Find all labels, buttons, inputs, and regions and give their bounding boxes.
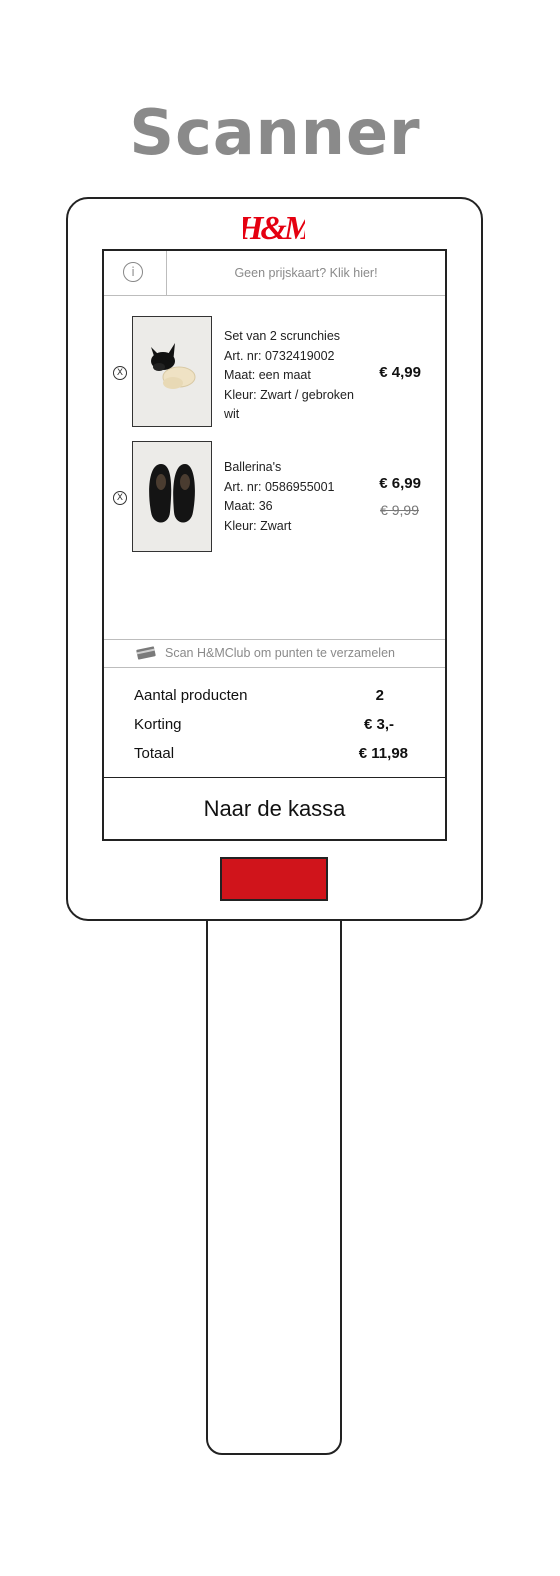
count-value: 2 [375,687,384,704]
original-price: € 9,99 [380,502,419,518]
product-details: Ballerina's Art. nr: 0586955001 Maat: 36… [224,458,335,536]
total-value: € 11,98 [358,745,408,762]
discount-label: Korting [134,716,182,733]
total-label: Totaal [134,745,175,762]
product-size: Maat: 36 [224,499,273,513]
checkout-button[interactable]: Naar de kassa [104,777,445,840]
article-number: Art. nr: 0586955001 [224,479,335,494]
discount-value: € 3,- [363,716,394,733]
product-size: Maat: een maat [224,368,311,382]
product-price: € 4,99 [379,364,421,381]
club-scan-bar[interactable]: Scan H&MClub om punten te verzamelen [104,639,445,668]
product-image-scrunchies [132,316,212,427]
card-icon [136,646,156,660]
product-color: Kleur: Zwart / gebroken [224,387,354,402]
product-name: Set van 2 scrunchies [224,329,341,343]
info-icon: i [123,262,143,282]
product-color: Kleur: Zwart [224,518,292,533]
article-number: Art. nr: 0732419002 [224,348,335,363]
product-color-cont: wit [224,407,240,421]
scanner-light [220,857,328,901]
page-title: Scanner [129,96,421,169]
product-details: Set van 2 scrunchies Art. nr: 0732419002… [224,327,354,425]
no-price-tag-link[interactable]: Geen prijskaart? Klik hier! [167,251,445,295]
hm-logo: H&M [243,210,305,246]
info-bar: i Geen prijskaart? Klik hier! [104,251,445,296]
scanner-screen: i Geen prijskaart? Klik hier! X Set van … [102,249,447,841]
remove-item-button[interactable]: X [113,366,127,380]
product-price: € 6,99 [379,475,421,492]
product-image-ballerinas [132,441,212,552]
count-label: Aantal producten [134,687,248,704]
product-name: Ballerina's [224,460,282,474]
scanner-handle [206,905,342,1455]
club-scan-text: Scan H&MClub om punten te verzamelen [165,646,395,660]
remove-item-button[interactable]: X [113,491,127,505]
hm-logo-text: H&M [243,210,305,246]
info-button[interactable]: i [104,251,167,295]
